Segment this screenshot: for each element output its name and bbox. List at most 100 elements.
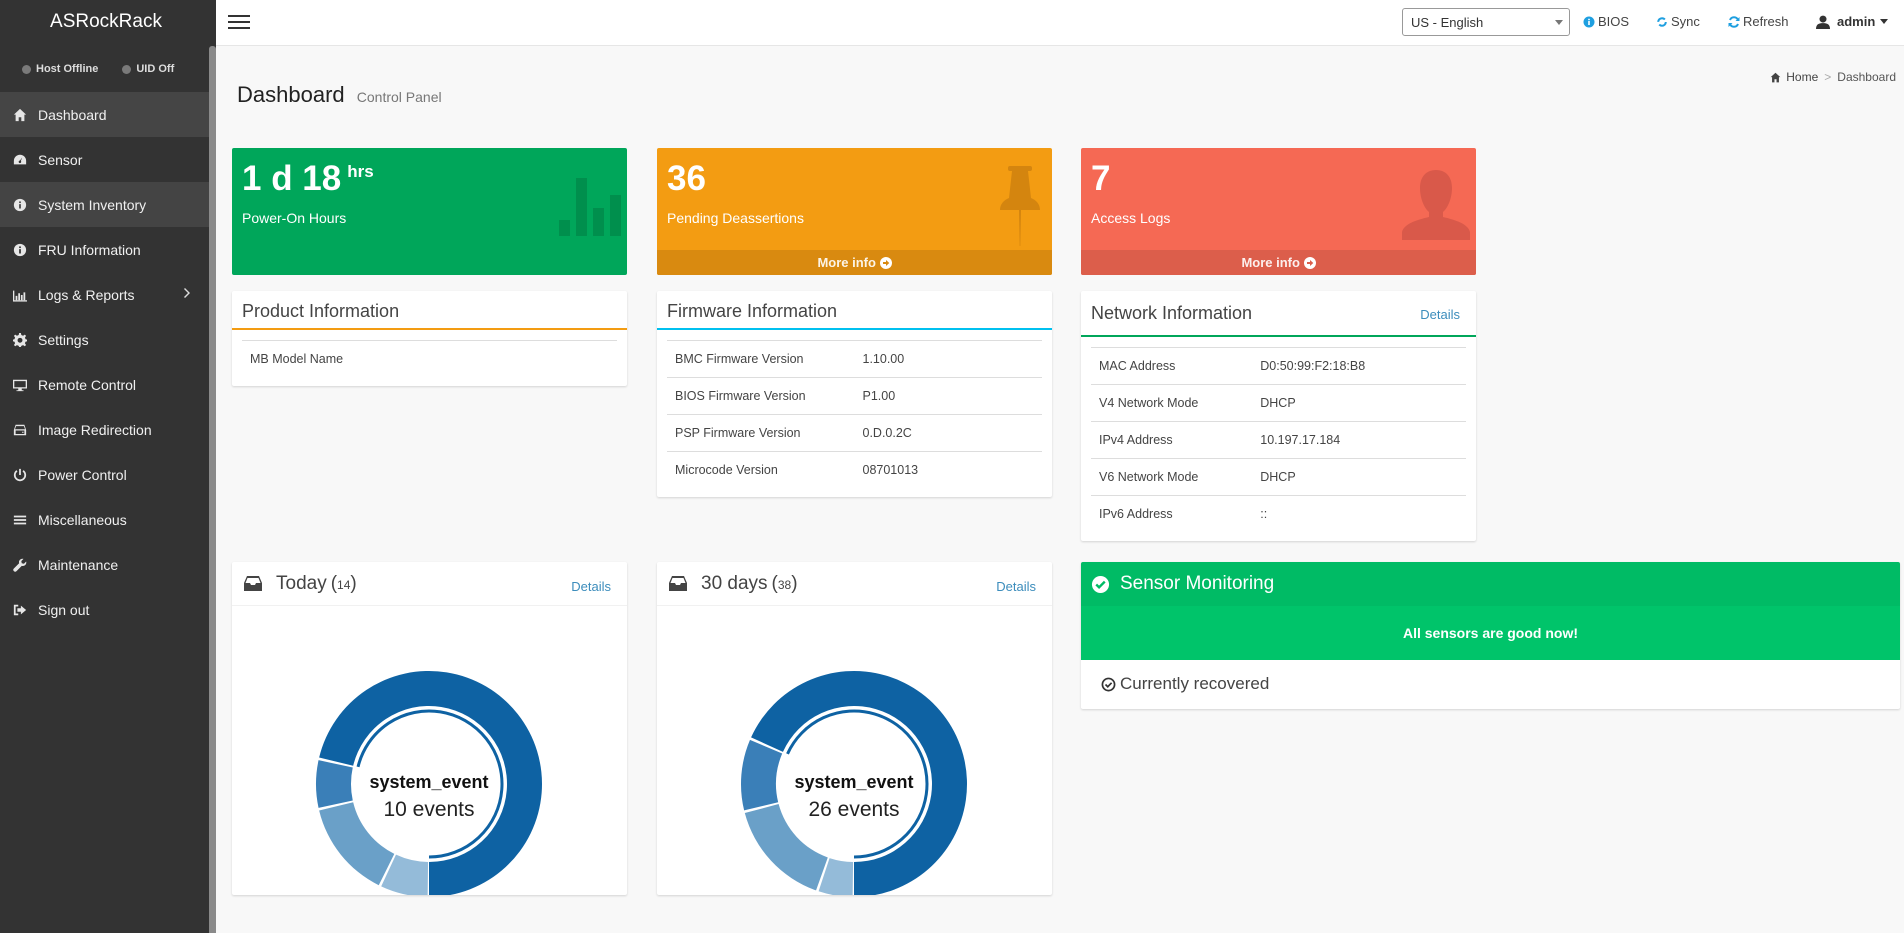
uid-status-label: UID Off [136, 63, 175, 75]
page-subtitle: Control Panel [356, 89, 442, 105]
table-value: 1.10.00 [854, 340, 1042, 378]
power-on-hours-box: 1 d 18 hrs Power-On Hours [232, 148, 627, 275]
chevron-down-icon [1555, 20, 1563, 25]
table-value: :: [1252, 495, 1466, 533]
sync-link[interactable]: Sync [1656, 14, 1700, 29]
pending-deassertions-more-info-link[interactable]: More info [657, 250, 1052, 275]
sensor-monitoring-header: Sensor Monitoring [1081, 562, 1900, 606]
bar-chart-icon [559, 178, 621, 241]
donut-slice-other_1[interactable] [316, 760, 353, 808]
access-logs-more-info-link[interactable]: More info [1081, 250, 1476, 275]
host-status-label: Host Offline [36, 63, 99, 75]
sidebar-item-settings[interactable]: Settings [0, 317, 209, 362]
today-details-link[interactable]: Details [571, 579, 611, 594]
monitor-icon [12, 377, 28, 393]
table-row: V6 Network Mode DHCP [1091, 458, 1466, 496]
donut-slice-other_1[interactable] [741, 739, 783, 811]
sensor-monitoring-title: Sensor Monitoring [1120, 573, 1275, 594]
brand-logo[interactable]: ASRockRack [0, 0, 212, 46]
firmware-information-table: BMC Firmware Version 1.10.00 BIOS Firmwar… [667, 340, 1042, 489]
bios-link[interactable]: BIOS [1583, 14, 1629, 29]
product-information-panel: Product Information MB Model Name [232, 291, 627, 386]
month-events-title: 30 days [701, 572, 768, 594]
month-details-link[interactable]: Details [996, 579, 1036, 594]
today-events-header: Today (14) Details [232, 562, 627, 606]
top-navbar: US - English BIOS Sync Refresh admin [216, 0, 1904, 46]
inbox-icon [244, 576, 262, 591]
table-key: V4 Network Mode [1091, 384, 1253, 422]
sensor-footer: Currently recovered [1081, 660, 1900, 708]
uid-status: UID Off [122, 63, 174, 75]
page-title-text: Dashboard [237, 82, 345, 107]
home-icon [12, 107, 28, 123]
product-information-title: Product Information [242, 301, 400, 321]
pending-deassertions-value: 36 [667, 159, 706, 198]
table-row: BMC Firmware Version 1.10.00 [667, 340, 1042, 378]
list-icon [12, 512, 28, 528]
sidebar-item-image-redirection[interactable]: Image Redirection [0, 407, 209, 452]
table-key: PSP Firmware Version [667, 414, 855, 452]
table-value: DHCP [1252, 458, 1466, 496]
power-on-hours-unit: hrs [347, 162, 374, 181]
info-circle-icon [1583, 16, 1595, 27]
table-key: BMC Firmware Version [667, 340, 855, 378]
network-details-link[interactable]: Details [1420, 307, 1460, 322]
sidebar-scrollbar[interactable] [209, 46, 216, 933]
sidebar-item-logs-reports[interactable]: Logs & Reports [0, 272, 209, 317]
sidebar-toggle-button[interactable] [228, 12, 252, 32]
sidebar-item-label: Settings [38, 331, 89, 348]
sidebar-item-label: Dashboard [38, 106, 107, 123]
table-value: 10.197.17.184 [1252, 421, 1466, 459]
host-status-dot-icon [22, 64, 31, 74]
bios-link-label: BIOS [1598, 14, 1630, 29]
sidebar-item-maintenance[interactable]: Maintenance [0, 542, 209, 587]
month-donut-chart: system_event 26 events [741, 671, 967, 897]
donut-center-label: system_event [794, 772, 913, 792]
arrow-circle-right-icon [879, 257, 892, 269]
table-value: D0:50:99:F2:18:B8 [1252, 347, 1466, 385]
sidebar-item-system-inventory[interactable]: System Inventory [0, 182, 209, 227]
refresh-link-label: Refresh [1743, 14, 1789, 29]
month-events-count: 38 [777, 577, 792, 592]
table-row: IPv4 Address 10.197.17.184 [1091, 421, 1466, 459]
user-menu[interactable]: admin [1816, 14, 1889, 29]
host-status: Host Offline [22, 63, 98, 75]
sensor-status-message: All sensors are good now! [1081, 606, 1900, 660]
home-icon [1770, 72, 1781, 82]
network-information-panel: Network Information Details MAC Address D… [1081, 291, 1476, 541]
sensor-footer-text: Currently recovered [1120, 674, 1270, 693]
breadcrumb-home-link[interactable]: Home [1786, 70, 1818, 84]
donut-center-value: 26 events [808, 798, 899, 821]
table-key: MAC Address [1091, 347, 1253, 385]
sidebar-item-label: FRU Information [38, 241, 141, 258]
sidebar-item-remote-control[interactable]: Remote Control [0, 362, 209, 407]
sidebar-item-dashboard[interactable]: Dashboard [0, 92, 209, 137]
sidebar-item-fru-information[interactable]: FRU Information [0, 227, 209, 272]
firmware-information-title: Firmware Information [667, 301, 838, 321]
refresh-icon [1728, 15, 1740, 28]
hamburger-line [228, 21, 250, 23]
product-information-header: Product Information [232, 291, 627, 330]
sidebar-item-sign-out[interactable]: Sign out [0, 587, 209, 632]
firmware-information-header: Firmware Information [657, 291, 1052, 330]
uid-status-dot-icon [122, 64, 132, 74]
sidebar-item-power-control[interactable]: Power Control [0, 452, 209, 497]
sensor-monitoring-panel: Sensor Monitoring All sensors are good n… [1081, 562, 1900, 709]
user-icon [1816, 15, 1830, 29]
breadcrumb: Home > Dashboard [1770, 70, 1896, 84]
language-select[interactable]: US - English [1402, 8, 1570, 36]
sidebar-item-miscellaneous[interactable]: Miscellaneous [0, 497, 209, 542]
status-row: Host Offline UID Off [0, 46, 209, 92]
product-information-table: MB Model Name [242, 340, 617, 378]
language-select-value: US - English [1411, 15, 1484, 30]
gear-icon [12, 332, 28, 348]
sidebar-item-sensor[interactable]: Sensor [0, 137, 209, 182]
table-value: 08701013 [854, 451, 1042, 489]
table-value: DHCP [1252, 384, 1466, 422]
bar-chart-icon [12, 287, 28, 303]
check-circle-outline-icon [1101, 677, 1116, 691]
breadcrumb-current: Dashboard [1837, 70, 1896, 84]
refresh-link[interactable]: Refresh [1728, 14, 1789, 29]
sidebar-item-label: Sensor [38, 151, 83, 168]
power-icon [12, 467, 28, 483]
